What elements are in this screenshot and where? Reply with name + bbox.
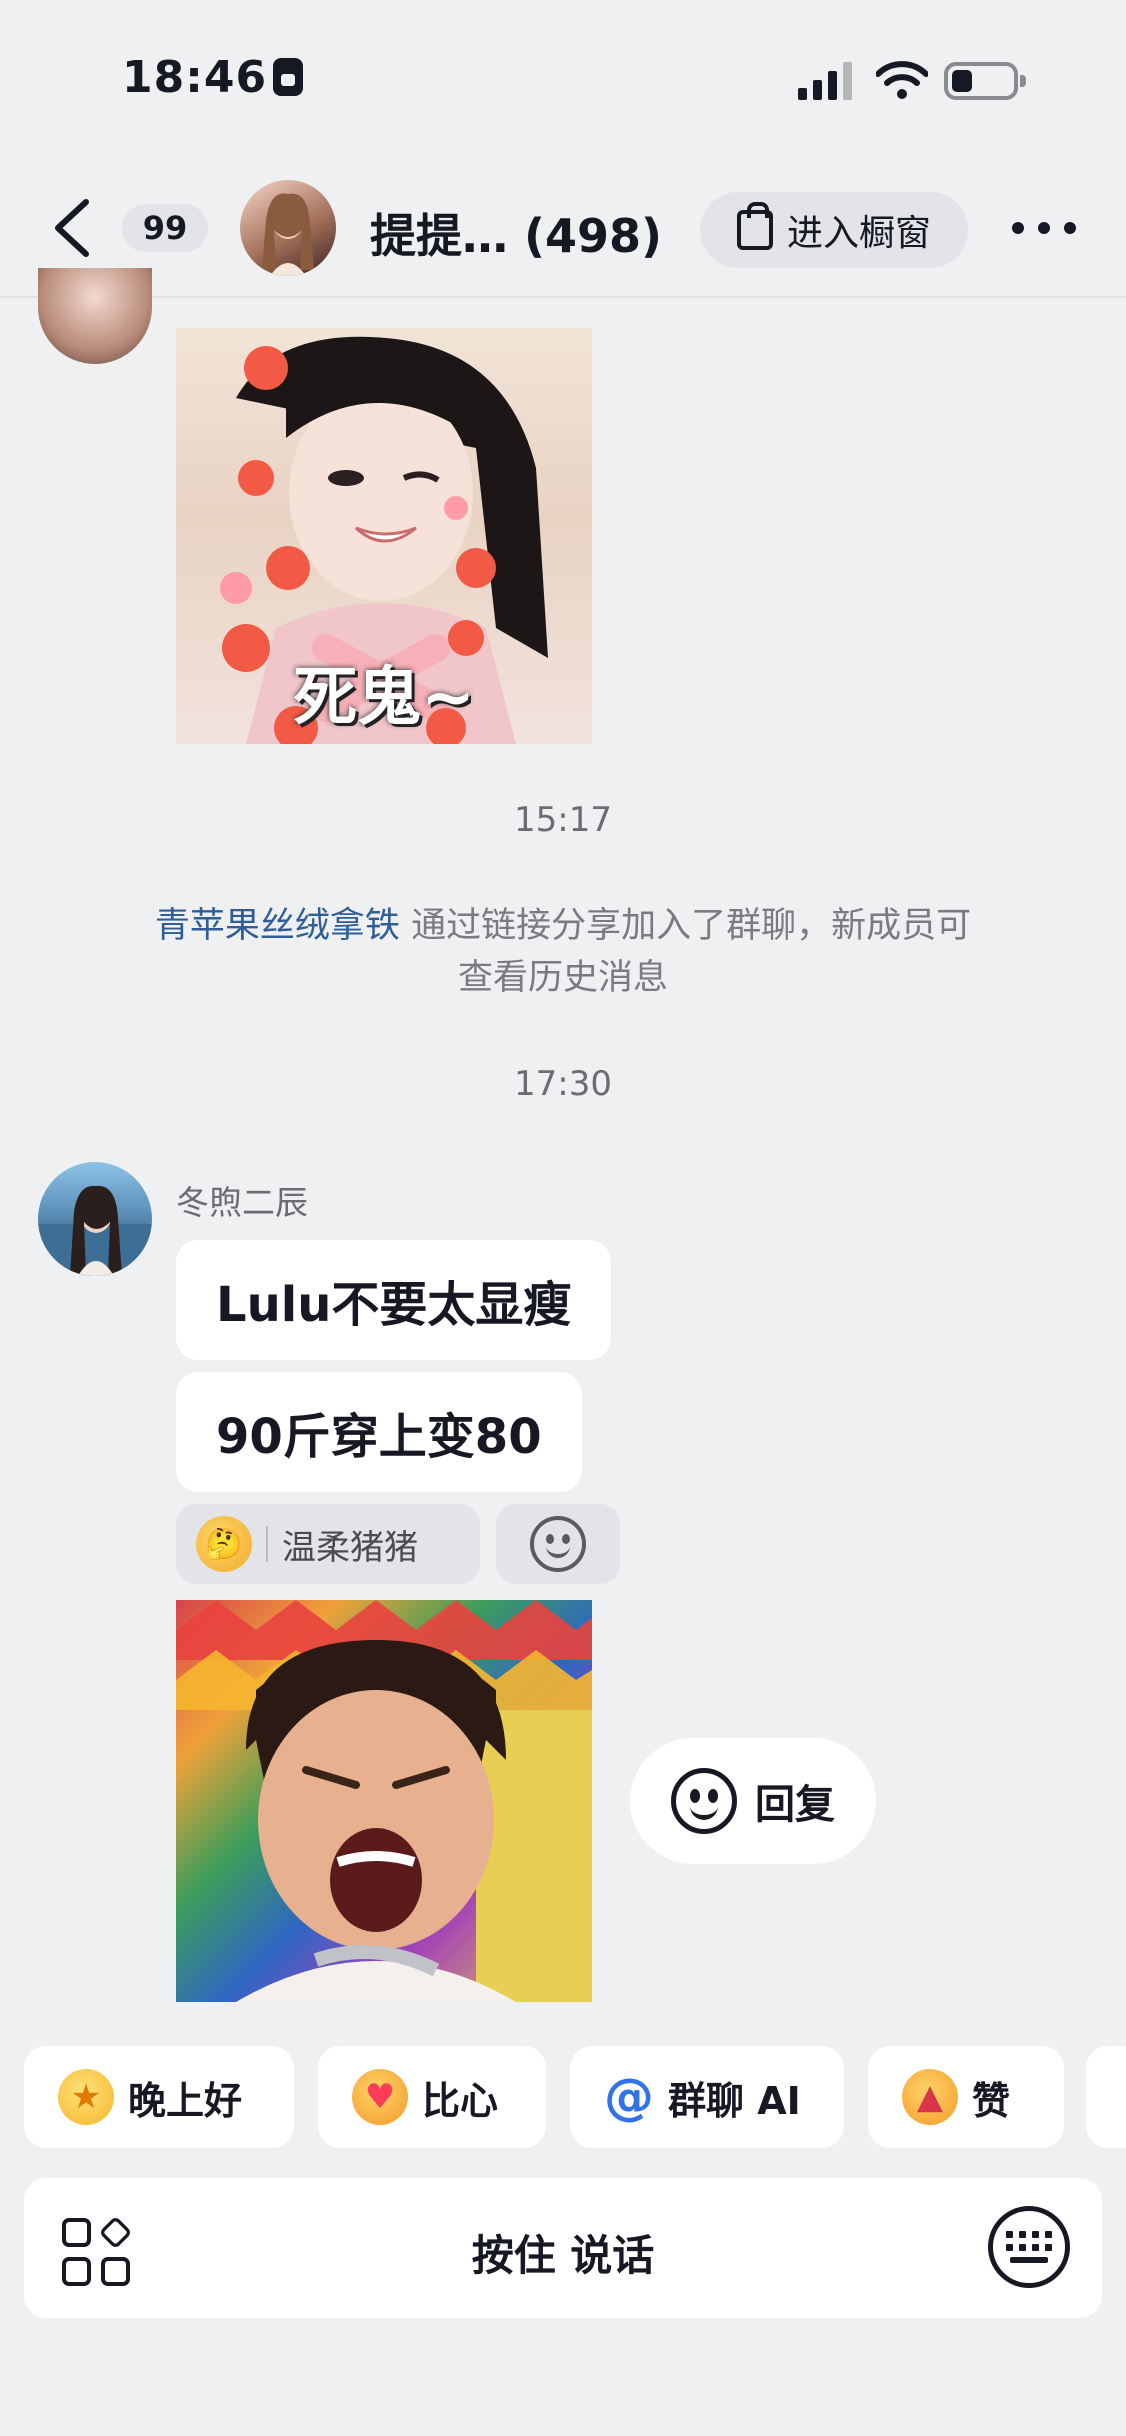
joined-user-link[interactable]: 青苹果丝绒拿铁 <box>155 906 400 946</box>
quick-reply-like[interactable]: ▲ 赞 <box>868 2046 1064 2148</box>
timestamp: 17:30 <box>514 1064 612 1104</box>
timestamp: 15:17 <box>514 800 612 840</box>
status-time: 18:46 <box>122 52 304 103</box>
system-message-text: 通过链接分享加入了群聊，新成员可查看历史消息 <box>399 906 972 998</box>
quick-reply-good-evening[interactable]: ★ 晚上好 <box>24 2046 294 2148</box>
showcase-label: 进入橱窗 <box>786 213 931 254</box>
thumbs-up-icon: ▲ <box>902 2069 958 2125</box>
at-icon: @ <box>604 2068 654 2126</box>
more-options-button[interactable] <box>1012 206 1076 250</box>
system-message: 青苹果丝绒拿铁 通过链接分享加入了群聊，新成员可查看历史消息 <box>140 900 986 1004</box>
keyboard-icon[interactable] <box>988 2206 1070 2288</box>
reply-label: 回复 <box>755 1782 835 1828</box>
group-title[interactable]: 提提… (498) <box>370 200 662 266</box>
hold-to-talk-button[interactable]: 按住 说话 <box>0 2222 1126 2283</box>
quick-reply-group-ai[interactable]: @ 群聊 AI <box>570 2046 844 2148</box>
enter-showcase-button[interactable]: 进入橱窗 <box>700 192 968 268</box>
shopping-bag-icon <box>736 202 773 250</box>
quick-reply-label: 群聊 AI <box>668 2078 801 2123</box>
sticker-image[interactable]: 死鬼~ <box>176 328 592 744</box>
star-face-icon: ★ <box>58 2069 114 2125</box>
sender-avatar[interactable] <box>38 1162 152 1276</box>
quick-reply-label: 赞 <box>972 2078 1011 2123</box>
group-avatar[interactable] <box>240 180 336 276</box>
reaction-chip[interactable]: 🤔 温柔猪猪 <box>176 1504 480 1584</box>
reaction-user: 温柔猪猪 <box>282 1527 418 1568</box>
sticker-screaming-boy-illustration <box>176 1600 592 2002</box>
reply-button[interactable]: 回复 <box>630 1738 876 1864</box>
sender-avatar[interactable] <box>38 268 152 364</box>
message-bubble[interactable]: Lulu不要太显瘦 <box>176 1240 612 1360</box>
avatar-photo-icon <box>38 1185 152 1276</box>
back-button[interactable] <box>50 196 94 260</box>
quick-reply-finger-heart[interactable]: ♥ 比心 <box>318 2046 546 2148</box>
message-bubble[interactable]: 90斤穿上变80 <box>176 1372 582 1492</box>
unread-count-badge[interactable]: 99 <box>122 204 208 252</box>
add-reaction-button[interactable] <box>496 1504 620 1584</box>
sticker-caption: 死鬼~ <box>293 661 475 735</box>
quick-reply-label: 晚上好 <box>128 2078 243 2123</box>
smile-icon <box>530 1516 586 1572</box>
quick-reply-label: 比心 <box>422 2078 499 2123</box>
sender-name[interactable]: 冬煦二辰 <box>176 1176 308 1224</box>
sticker-image[interactable] <box>176 1600 592 2002</box>
finger-heart-icon: ♥ <box>352 2069 408 2125</box>
focus-lock-icon <box>273 58 304 96</box>
header-divider <box>0 296 1126 298</box>
battery-icon <box>944 62 1026 100</box>
quick-reply-more[interactable] <box>1086 2046 1126 2148</box>
avatar-photo-icon <box>262 193 314 276</box>
reaction-divider <box>266 1526 268 1562</box>
smile-icon <box>671 1768 737 1834</box>
thinking-face-icon: 🤔 <box>196 1516 252 1572</box>
cellular-signal-icon <box>798 62 852 100</box>
wifi-icon <box>876 61 928 99</box>
